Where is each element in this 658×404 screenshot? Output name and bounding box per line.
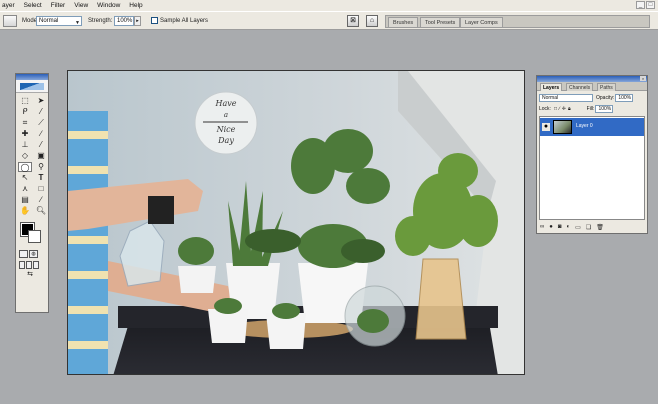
tab-paths[interactable]: Paths — [597, 83, 616, 91]
fill-input[interactable]: 100% — [595, 104, 614, 113]
chevron-down-icon: ▼ — [75, 20, 80, 26]
screen-mode-full-menu-icon[interactable] — [26, 261, 32, 269]
crop-icon[interactable]: ⌗ — [18, 118, 32, 128]
well-tab-brushes[interactable]: Brushes — [388, 17, 419, 28]
standard-mode-icon[interactable] — [19, 250, 28, 258]
options-bar: Mode: Normal ▼ Strength: 100% ▸ Sample A… — [0, 11, 658, 30]
tool-preset-button[interactable] — [3, 15, 17, 27]
layers-footer: ∞ ● ◙ ◐ ▭ ❏ 🗑︎ — [537, 221, 647, 233]
menu-bar: ayer Select Filter View Window Help — [0, 0, 658, 11]
toggle-brushes-icon[interactable]: ⊠ — [347, 15, 359, 27]
lasso-icon[interactable]: ᑭ — [18, 107, 32, 117]
history-brush-icon[interactable]: ⁄ — [34, 140, 48, 150]
canvas-photo: Have a Nice Day — [68, 71, 524, 374]
magic-wand-icon[interactable]: ⁄ — [34, 107, 48, 117]
zoom-icon[interactable]: 🔍︎ — [34, 206, 48, 216]
blend-mode-select[interactable]: Normal — [539, 93, 593, 102]
menu-select[interactable]: Select — [24, 2, 42, 9]
tab-layers[interactable]: Layers — [540, 83, 563, 91]
document-canvas[interactable]: Have a Nice Day — [67, 70, 525, 375]
menu-window[interactable]: Window — [97, 2, 120, 9]
healing-brush-icon[interactable]: ✚ — [18, 129, 32, 139]
marquee-icon[interactable]: ⬚ — [18, 96, 32, 106]
lock-icons[interactable]: □∕✛🔒︎ — [554, 106, 573, 112]
menu-help[interactable]: Help — [129, 2, 142, 9]
minimize-button[interactable]: _ — [636, 1, 645, 9]
hand-icon[interactable]: ✋ — [18, 206, 32, 216]
sponge-icon[interactable]: ◯ — [18, 162, 32, 172]
new-layer-icon[interactable]: ❏ — [586, 224, 591, 231]
sign-text-1: Have — [215, 99, 237, 108]
clone-stamp-icon[interactable]: ⊥ — [18, 140, 32, 150]
file-browser-icon[interactable]: ⌂ — [366, 15, 378, 27]
folder-icon[interactable]: ▭ — [575, 224, 581, 231]
menu-filter[interactable]: Filter — [51, 2, 65, 9]
blend-mode-value: Normal — [542, 94, 559, 101]
layer-row[interactable]: ● Layer 0 — [540, 118, 644, 136]
opacity-input[interactable]: 100% — [615, 93, 634, 102]
tab-channels[interactable]: Channels — [566, 83, 594, 91]
eraser-icon[interactable]: ◇ — [18, 151, 32, 161]
sign-text-3: Nice — [216, 125, 236, 134]
layer-name: Layer 0 — [576, 123, 593, 129]
strength-label: Strength: — [88, 18, 113, 24]
dodge-icon[interactable]: ⚲ — [34, 162, 48, 172]
fx-icon[interactable]: ● — [549, 224, 553, 230]
toolbox: ⬚ ➤ ᑭ ⁄ ⌗ ⟋ ✚ ∕ ⊥ ⁄ ◇ ▣ ◯ ⚲ ↖ T ⋏ □ ▤ ∕ … — [15, 73, 49, 313]
background-color-swatch[interactable] — [28, 230, 41, 243]
strength-slider-button[interactable]: ▸ — [134, 16, 141, 26]
layers-palette: × Layers Channels Paths Normal Opacity: … — [536, 75, 648, 234]
sign-text-2: a — [224, 111, 228, 119]
brush-icon[interactable]: ∕ — [34, 129, 48, 139]
eye-icon[interactable]: ● — [542, 123, 550, 131]
palette-well: Brushes Tool Presets Layer Comps — [385, 15, 650, 28]
screen-mode-full-icon[interactable] — [33, 261, 39, 269]
lock-label: Lock: — [539, 105, 551, 112]
well-tab-layer-comps[interactable]: Layer Comps — [460, 17, 503, 28]
move-icon[interactable]: ➤ — [34, 96, 48, 106]
strength-input[interactable]: 100% — [114, 16, 134, 26]
quick-mask-icon[interactable]: ◍ — [29, 250, 38, 258]
jump-to-imageready-icon[interactable]: ⇆ — [19, 271, 41, 280]
screen-mode-standard-icon[interactable] — [19, 261, 25, 269]
path-selection-icon[interactable]: ↖ — [18, 173, 32, 183]
sample-all-layers-label: Sample All Layers — [160, 18, 209, 24]
mask-icon[interactable]: ◙ — [558, 224, 562, 230]
app-logo — [16, 80, 48, 93]
layers-list: ● Layer 0 — [539, 116, 645, 220]
opacity-label: Opacity: — [596, 94, 615, 101]
notes-icon[interactable]: ▤ — [18, 195, 32, 205]
eyedropper-icon[interactable]: ∕ — [34, 195, 48, 205]
layer-thumbnail — [553, 120, 572, 134]
maximize-button[interactable]: □ — [646, 1, 655, 9]
mode-value: Normal — [39, 18, 59, 24]
type-icon[interactable]: T — [34, 173, 48, 183]
adjustment-icon[interactable]: ◐ — [567, 224, 571, 230]
sign-text-4: Day — [217, 136, 234, 145]
fill-label: Fill: — [586, 105, 595, 112]
trash-icon[interactable]: 🗑︎ — [596, 224, 604, 231]
pen-icon[interactable]: ⋏ — [18, 184, 32, 194]
close-icon[interactable]: × — [640, 76, 646, 81]
menu-layer[interactable]: ayer — [2, 2, 15, 9]
sample-all-layers-checkbox[interactable] — [151, 17, 158, 24]
mode-select[interactable]: Normal ▼ — [36, 16, 82, 26]
shape-icon[interactable]: □ — [34, 184, 48, 194]
menu-view[interactable]: View — [74, 2, 88, 9]
slice-icon[interactable]: ⟋ — [34, 118, 48, 128]
well-tab-tool-presets[interactable]: Tool Presets — [420, 17, 461, 28]
gradient-icon[interactable]: ▣ — [34, 151, 48, 161]
link-icon[interactable]: ∞ — [540, 224, 544, 230]
